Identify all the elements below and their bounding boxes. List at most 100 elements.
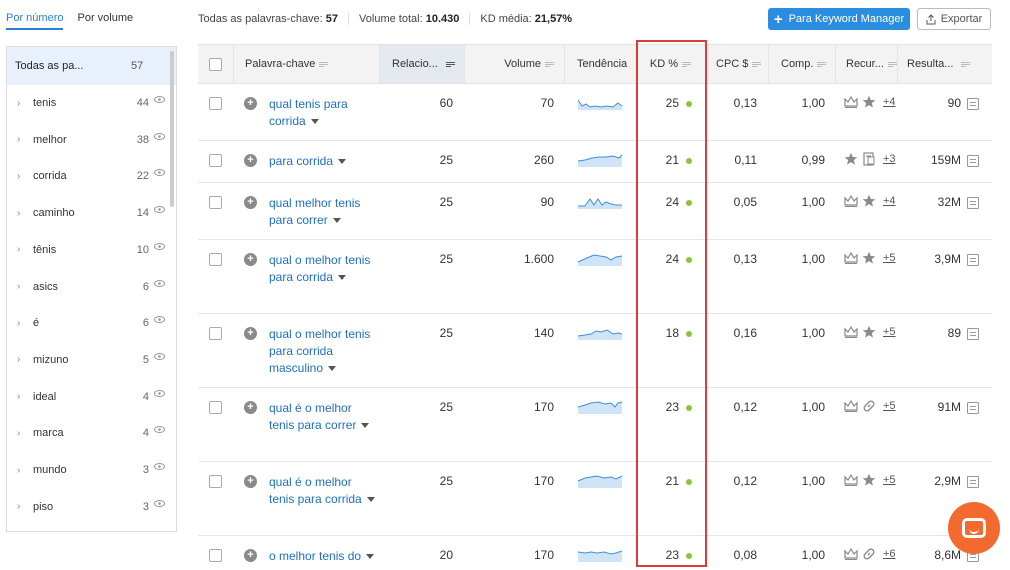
- caret-down-icon[interactable]: [366, 497, 375, 503]
- keyword-link[interactable]: para corrida: [269, 153, 379, 170]
- more-features-link[interactable]: +3: [883, 153, 896, 165]
- add-keyword-icon[interactable]: +: [244, 327, 257, 340]
- keyword-manager-button[interactable]: + Para Keyword Manager: [768, 8, 910, 30]
- col-competition[interactable]: Comp.: [768, 45, 835, 83]
- more-features-link[interactable]: +5: [883, 400, 896, 412]
- keyword-link[interactable]: qual o melhor tenis para corrida masculi…: [269, 326, 379, 377]
- col-relevance[interactable]: Relacio...: [379, 45, 464, 83]
- serp-snapshot-icon[interactable]: [967, 327, 979, 340]
- eye-icon[interactable]: [154, 242, 165, 250]
- col-volume[interactable]: Volume: [464, 45, 564, 83]
- col-keyword[interactable]: Palavra-chave: [233, 45, 379, 83]
- select-all-checkbox[interactable]: [209, 57, 222, 71]
- keyword-link[interactable]: qual tenis para corrida: [269, 96, 379, 130]
- crown-icon: [844, 251, 858, 264]
- add-keyword-icon[interactable]: +: [244, 549, 257, 562]
- sidebar-item-group[interactable]: › piso 3: [7, 489, 167, 525]
- row-checkbox[interactable]: [209, 401, 222, 414]
- serp-snapshot-icon[interactable]: [967, 97, 979, 110]
- col-kd[interactable]: KD %: [636, 45, 705, 83]
- sidebar-item-group[interactable]: › mizuno 5: [7, 342, 167, 378]
- serp-snapshot-icon[interactable]: [967, 196, 979, 209]
- eye-icon[interactable]: [154, 389, 165, 397]
- eye-icon[interactable]: [154, 132, 165, 140]
- relevance-value: 20: [439, 548, 453, 562]
- export-button[interactable]: Exportar: [917, 8, 991, 30]
- caret-down-icon[interactable]: [366, 554, 375, 560]
- row-checkbox[interactable]: [209, 154, 222, 167]
- eye-icon[interactable]: [154, 169, 165, 177]
- caret-down-icon[interactable]: [310, 119, 319, 125]
- sidebar-item-count: 5: [142, 353, 149, 366]
- more-features-link[interactable]: +6: [883, 548, 896, 560]
- keyword-link[interactable]: qual o melhor tenis para corrida: [269, 252, 379, 286]
- add-keyword-icon[interactable]: +: [244, 475, 257, 488]
- keyword-link[interactable]: qual é o melhor tenis para corrida: [269, 474, 379, 508]
- row-checkbox[interactable]: [209, 97, 222, 110]
- eye-icon[interactable]: [154, 206, 165, 214]
- col-results[interactable]: Resulta...: [897, 45, 992, 83]
- caret-down-icon[interactable]: [338, 159, 347, 165]
- col-serp-features[interactable]: Recur...: [835, 45, 897, 83]
- add-keyword-icon[interactable]: +: [244, 97, 257, 110]
- caret-down-icon[interactable]: [338, 275, 347, 281]
- crown-icon: [844, 325, 858, 338]
- serp-snapshot-icon[interactable]: [967, 401, 979, 414]
- more-features-link[interactable]: +5: [883, 474, 896, 486]
- more-features-link[interactable]: +5: [883, 326, 896, 338]
- tab-by-volume[interactable]: Por volume: [77, 12, 133, 30]
- add-keyword-icon[interactable]: +: [244, 401, 257, 414]
- keyword-link[interactable]: qual é o melhor tenis para correr: [269, 400, 379, 434]
- sidebar-item-group[interactable]: › tenis 44: [7, 85, 167, 121]
- tab-by-number[interactable]: Por número: [6, 12, 64, 30]
- add-keyword-icon[interactable]: +: [244, 196, 257, 209]
- sidebar-item-group[interactable]: › corrida 22: [7, 158, 167, 194]
- caret-down-icon[interactable]: [332, 218, 341, 224]
- sidebar-item-group[interactable]: › caminho 14: [7, 195, 167, 231]
- sidebar-item-group[interactable]: › marca 4: [7, 415, 167, 451]
- more-features-link[interactable]: +5: [883, 252, 896, 264]
- eye-icon[interactable]: [154, 352, 165, 360]
- cpc-value: 0,13: [733, 96, 757, 110]
- serp-snapshot-icon[interactable]: [967, 154, 979, 167]
- more-features-link[interactable]: +4: [883, 96, 896, 108]
- stat-kd-average: KD média: 21,57%: [480, 13, 573, 25]
- sidebar-item-group[interactable]: › mundo 3: [7, 452, 167, 488]
- sidebar-item-label: melhor: [33, 133, 67, 146]
- keyword-link[interactable]: o melhor tenis do: [269, 548, 379, 565]
- col-trend[interactable]: Tendência: [564, 45, 636, 83]
- sidebar-item-group[interactable]: › tênis 10: [7, 232, 167, 268]
- sidebar-item-count: 4: [142, 390, 149, 403]
- sidebar-scrollbar[interactable]: [170, 51, 174, 207]
- add-keyword-icon[interactable]: +: [244, 253, 257, 266]
- serp-snapshot-icon[interactable]: [967, 475, 979, 488]
- eye-icon[interactable]: [154, 316, 165, 324]
- sidebar-item-group[interactable]: › melhor 38: [7, 122, 167, 158]
- eye-icon[interactable]: [154, 96, 165, 103]
- caret-down-icon[interactable]: [361, 423, 370, 429]
- row-checkbox[interactable]: [209, 196, 222, 209]
- sidebar-item-group[interactable]: › asics 6: [7, 269, 167, 305]
- eye-icon[interactable]: [154, 279, 165, 287]
- serp-snapshot-icon[interactable]: [967, 253, 979, 266]
- keyword-link[interactable]: qual melhor tenis para correr: [269, 195, 379, 229]
- add-keyword-icon[interactable]: +: [244, 154, 257, 167]
- eye-icon[interactable]: [154, 463, 165, 470]
- sidebar-item-all[interactable]: Todas as pa... 57: [7, 47, 176, 85]
- row-checkbox[interactable]: [209, 327, 222, 340]
- kd-difficulty-dot: [686, 199, 692, 206]
- eye-icon[interactable]: [154, 426, 165, 434]
- row-checkbox[interactable]: [209, 475, 222, 488]
- relevance-value: 25: [439, 252, 453, 266]
- eye-icon[interactable]: [154, 499, 165, 507]
- sidebar-item-group[interactable]: › é 6: [7, 305, 167, 341]
- kd-value: 21: [636, 474, 692, 488]
- competition-value: 1,00: [801, 326, 825, 340]
- caret-down-icon[interactable]: [328, 366, 337, 372]
- sidebar-item-group[interactable]: › ideal 4: [7, 379, 167, 415]
- chat-button[interactable]: [948, 502, 1000, 554]
- row-checkbox[interactable]: [209, 253, 222, 266]
- more-features-link[interactable]: +4: [883, 195, 896, 207]
- col-cpc[interactable]: CPC $: [705, 45, 768, 83]
- row-checkbox[interactable]: [209, 549, 222, 562]
